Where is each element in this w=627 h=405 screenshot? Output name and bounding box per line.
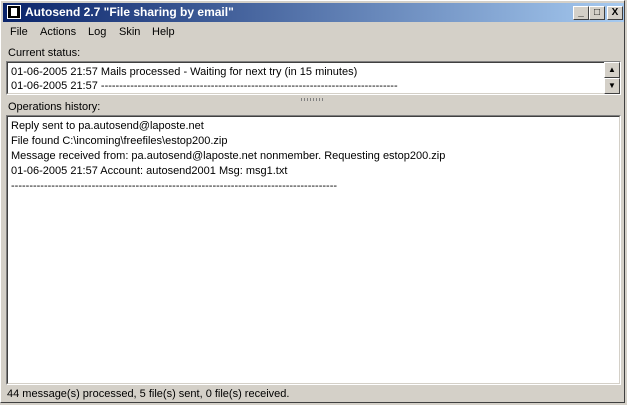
menu-log[interactable]: Log xyxy=(88,26,106,38)
maximize-button[interactable]: □ xyxy=(589,6,605,20)
status-bar-text: 44 message(s) processed, 5 file(s) sent,… xyxy=(7,388,290,400)
scroll-down-icon[interactable]: ▼ xyxy=(604,78,620,94)
title-bar[interactable]: Autosend 2.7 "File sharing by email" _ □… xyxy=(3,3,624,22)
status-line: 01-06-2005 21:57 Mails processed - Waiti… xyxy=(11,66,358,78)
menu-actions[interactable]: Actions xyxy=(40,26,76,38)
menu-help[interactable]: Help xyxy=(152,26,175,38)
history-panel[interactable]: Reply sent to pa.autosend@laposte.net Fi… xyxy=(6,115,621,385)
current-status-panel[interactable]: 01-06-2005 21:57 Mails processed - Waiti… xyxy=(6,61,621,95)
history-line: Message received from: pa.autosend@lapos… xyxy=(11,150,446,162)
minimize-button[interactable]: _ xyxy=(573,6,589,20)
app-icon[interactable] xyxy=(7,5,21,19)
close-button[interactable]: X xyxy=(607,6,623,20)
splitter-handle[interactable] xyxy=(301,98,325,101)
history-line: ----------------------------------------… xyxy=(11,180,338,192)
history-label: Operations history: xyxy=(8,101,101,113)
status-line: 01-06-2005 21:57 -----------------------… xyxy=(11,80,398,92)
menu-skin[interactable]: Skin xyxy=(119,26,140,38)
scroll-up-icon[interactable]: ▲ xyxy=(604,62,620,78)
history-line: Reply sent to pa.autosend@laposte.net xyxy=(11,120,204,132)
current-status-label: Current status: xyxy=(8,47,81,59)
menu-file[interactable]: File xyxy=(10,26,28,38)
menu-bar: File Actions Log Skin Help xyxy=(3,24,624,42)
app-window: Autosend 2.7 "File sharing by email" _ □… xyxy=(0,0,625,403)
history-line: 01-06-2005 21:57 Account: autosend2001 M… xyxy=(11,165,288,177)
status-bar: 44 message(s) processed, 5 file(s) sent,… xyxy=(3,386,624,402)
window-title: Autosend 2.7 "File sharing by email" xyxy=(25,5,234,19)
history-line: File found C:\incoming\freefiles\estop20… xyxy=(11,135,228,147)
status-scrollbar[interactable]: ▲ ▼ xyxy=(604,62,620,94)
